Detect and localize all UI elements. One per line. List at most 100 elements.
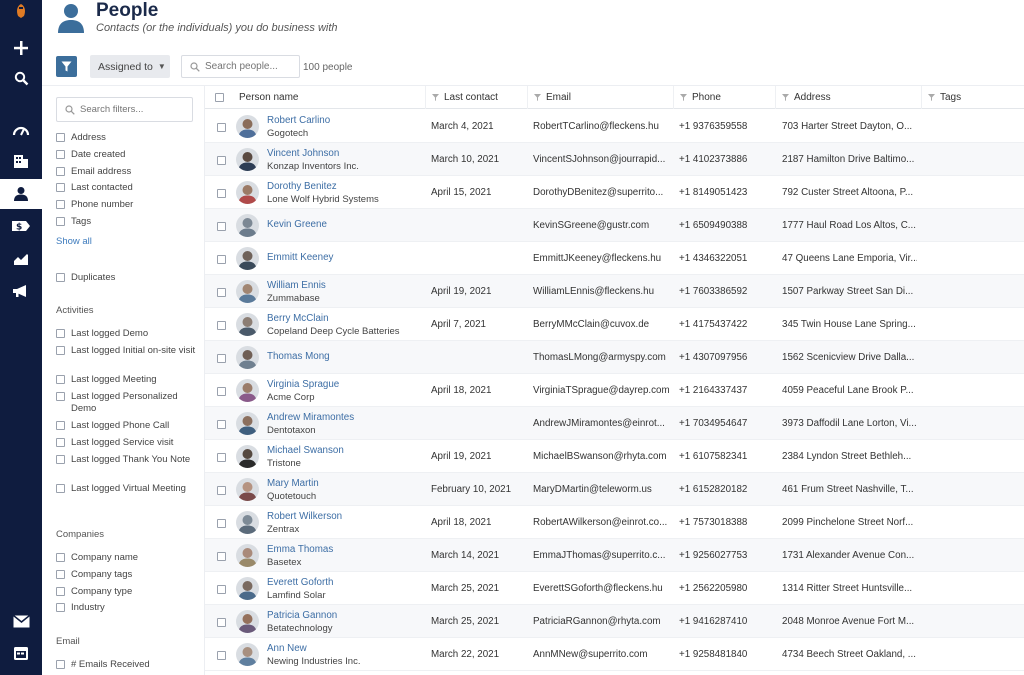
row-checkbox[interactable] xyxy=(217,386,226,396)
email-link[interactable]: RobertTCarlino@fleckens.hu xyxy=(533,110,669,143)
person-name-link[interactable]: Dorothy Benitez xyxy=(267,181,422,193)
checkbox[interactable] xyxy=(56,438,65,447)
filter-last-contacted[interactable]: Last contacted xyxy=(56,182,196,194)
filter-company[interactable]: Industry xyxy=(56,602,196,614)
filter-email-address[interactable]: Email address xyxy=(56,166,196,178)
building-icon[interactable] xyxy=(0,146,42,176)
filter-activity[interactable]: Last logged Virtual Meeting xyxy=(56,483,196,495)
dashboard-icon[interactable] xyxy=(0,115,42,145)
chart-icon[interactable] xyxy=(0,244,42,274)
table-row[interactable]: Thomas Mong ThomasLMong@armyspy.com +1 4… xyxy=(205,341,1024,374)
person-name-link[interactable]: Thomas Mong xyxy=(267,351,422,363)
filter-activity[interactable]: Last logged Thank You Note xyxy=(56,454,196,466)
table-row[interactable]: Andrew Miramontes Dentotaxon AndrewJMira… xyxy=(205,407,1024,440)
row-checkbox[interactable] xyxy=(217,155,226,165)
email-link[interactable]: MaryDMartin@teleworm.us xyxy=(533,473,669,506)
email-link[interactable]: ThomasLMong@armyspy.com xyxy=(533,341,669,374)
checkbox[interactable] xyxy=(56,392,65,401)
person-icon[interactable] xyxy=(0,179,42,209)
email-link[interactable]: AndrewJMiramontes@einrot... xyxy=(533,407,669,440)
filter-toggle-button[interactable] xyxy=(56,56,77,77)
column-last-contact[interactable]: Last contact xyxy=(425,86,527,109)
person-name-link[interactable]: Berry McClain xyxy=(267,313,422,325)
email-link[interactable]: DorothyDBenitez@superrito... xyxy=(533,176,669,209)
row-checkbox[interactable] xyxy=(217,419,226,429)
checkbox[interactable] xyxy=(56,183,65,192)
filter-activity[interactable]: Last logged Personalized Demo xyxy=(56,391,196,415)
checkbox[interactable] xyxy=(56,660,65,669)
table-row[interactable]: Emma Thomas Basetex March 14, 2021 EmmaJ… xyxy=(205,539,1024,572)
column-phone[interactable]: Phone xyxy=(673,86,775,109)
checkbox[interactable] xyxy=(56,587,65,596)
column-person-name[interactable]: Person name xyxy=(233,86,425,109)
column-tags[interactable]: Tags xyxy=(921,86,1024,109)
checkbox[interactable] xyxy=(56,217,65,226)
checkbox[interactable] xyxy=(56,329,65,338)
filter-activity[interactable]: Last logged Demo xyxy=(56,328,196,340)
checkbox[interactable] xyxy=(56,484,65,493)
email-link[interactable]: EmmaJThomas@superrito.c... xyxy=(533,539,669,572)
calendar-icon[interactable] xyxy=(0,638,42,668)
email-link[interactable]: EverettSGoforth@fleckens.hu xyxy=(533,572,669,605)
table-row[interactable]: William Ennis Zummabase April 19, 2021 W… xyxy=(205,275,1024,308)
table-row[interactable]: Berry McClain Copeland Deep Cycle Batter… xyxy=(205,308,1024,341)
checkbox[interactable] xyxy=(56,346,65,355)
email-link[interactable]: PatriciaRGannon@rhyta.com xyxy=(533,605,669,638)
table-row[interactable]: Vincent Johnson Konzap Inventors Inc. Ma… xyxy=(205,143,1024,176)
filter-search-box[interactable] xyxy=(56,97,193,122)
person-name-link[interactable]: Robert Wilkerson xyxy=(267,511,422,523)
table-row[interactable]: Dorothy Benitez Lone Wolf Hybrid Systems… xyxy=(205,176,1024,209)
email-link[interactable]: VirginiaTSprague@dayrep.com xyxy=(533,374,669,407)
checkbox[interactable] xyxy=(56,603,65,612)
person-name-link[interactable]: Michael Swanson xyxy=(267,445,422,457)
filter-company[interactable]: Company name xyxy=(56,552,196,564)
row-checkbox[interactable] xyxy=(217,320,226,330)
table-row[interactable]: Emmitt Keeney EmmittJKeeney@fleckens.hu … xyxy=(205,242,1024,275)
plus-icon[interactable] xyxy=(0,33,42,63)
row-checkbox[interactable] xyxy=(217,188,226,198)
row-checkbox[interactable] xyxy=(217,584,226,594)
row-checkbox[interactable] xyxy=(217,254,226,264)
checkbox[interactable] xyxy=(56,150,65,159)
filter-activity[interactable]: Last logged Initial on-site visit xyxy=(56,345,196,357)
person-name-link[interactable]: Emma Thomas xyxy=(267,544,422,556)
table-row[interactable]: Patricia Gannon Betatechnology March 25,… xyxy=(205,605,1024,638)
person-name-link[interactable]: William Ennis xyxy=(267,280,422,292)
checkbox[interactable] xyxy=(56,375,65,384)
email-link[interactable]: KevinSGreene@gustr.com xyxy=(533,209,669,242)
person-name-link[interactable]: Everett Goforth xyxy=(267,577,422,589)
filter-duplicates[interactable]: Duplicates xyxy=(56,272,196,284)
search-icon[interactable] xyxy=(0,63,42,93)
email-link[interactable]: EmmittJKeeney@fleckens.hu xyxy=(533,242,669,275)
select-all-checkbox[interactable] xyxy=(214,93,224,102)
table-row[interactable]: Virginia Sprague Acme Corp April 18, 202… xyxy=(205,374,1024,407)
dollar-icon[interactable]: $ xyxy=(0,211,42,241)
checkbox[interactable] xyxy=(56,200,65,209)
checkbox[interactable] xyxy=(56,133,65,142)
table-row[interactable]: Robert Wilkerson Zentrax April 18, 2021 … xyxy=(205,506,1024,539)
logo-icon[interactable] xyxy=(0,0,42,22)
filter-company[interactable]: Company type xyxy=(56,586,196,598)
filter-phone-number[interactable]: Phone number xyxy=(56,199,196,211)
show-all-link[interactable]: Show all xyxy=(56,236,92,247)
row-checkbox[interactable] xyxy=(217,452,226,462)
checkbox[interactable] xyxy=(56,421,65,430)
checkbox[interactable] xyxy=(56,553,65,562)
person-name-link[interactable]: Vincent Johnson xyxy=(267,148,422,160)
row-checkbox[interactable] xyxy=(217,485,226,495)
checkbox[interactable] xyxy=(56,273,65,282)
mail-icon[interactable] xyxy=(0,606,42,636)
megaphone-icon[interactable] xyxy=(0,276,42,306)
person-name-link[interactable]: Kevin Greene xyxy=(267,219,422,231)
people-search-box[interactable] xyxy=(181,55,300,78)
column-email[interactable]: Email xyxy=(527,86,673,109)
person-name-link[interactable]: Andrew Miramontes xyxy=(267,412,422,424)
row-checkbox[interactable] xyxy=(217,122,226,132)
row-checkbox[interactable] xyxy=(217,221,226,231)
row-checkbox[interactable] xyxy=(217,353,226,363)
email-link[interactable]: MichaelBSwanson@rhyta.com xyxy=(533,440,669,473)
person-name-link[interactable]: Emmitt Keeney xyxy=(267,252,422,264)
table-row[interactable]: Kevin Greene KevinSGreene@gustr.com +1 6… xyxy=(205,209,1024,242)
filter-address[interactable]: Address xyxy=(56,132,196,144)
checkbox[interactable] xyxy=(56,167,65,176)
